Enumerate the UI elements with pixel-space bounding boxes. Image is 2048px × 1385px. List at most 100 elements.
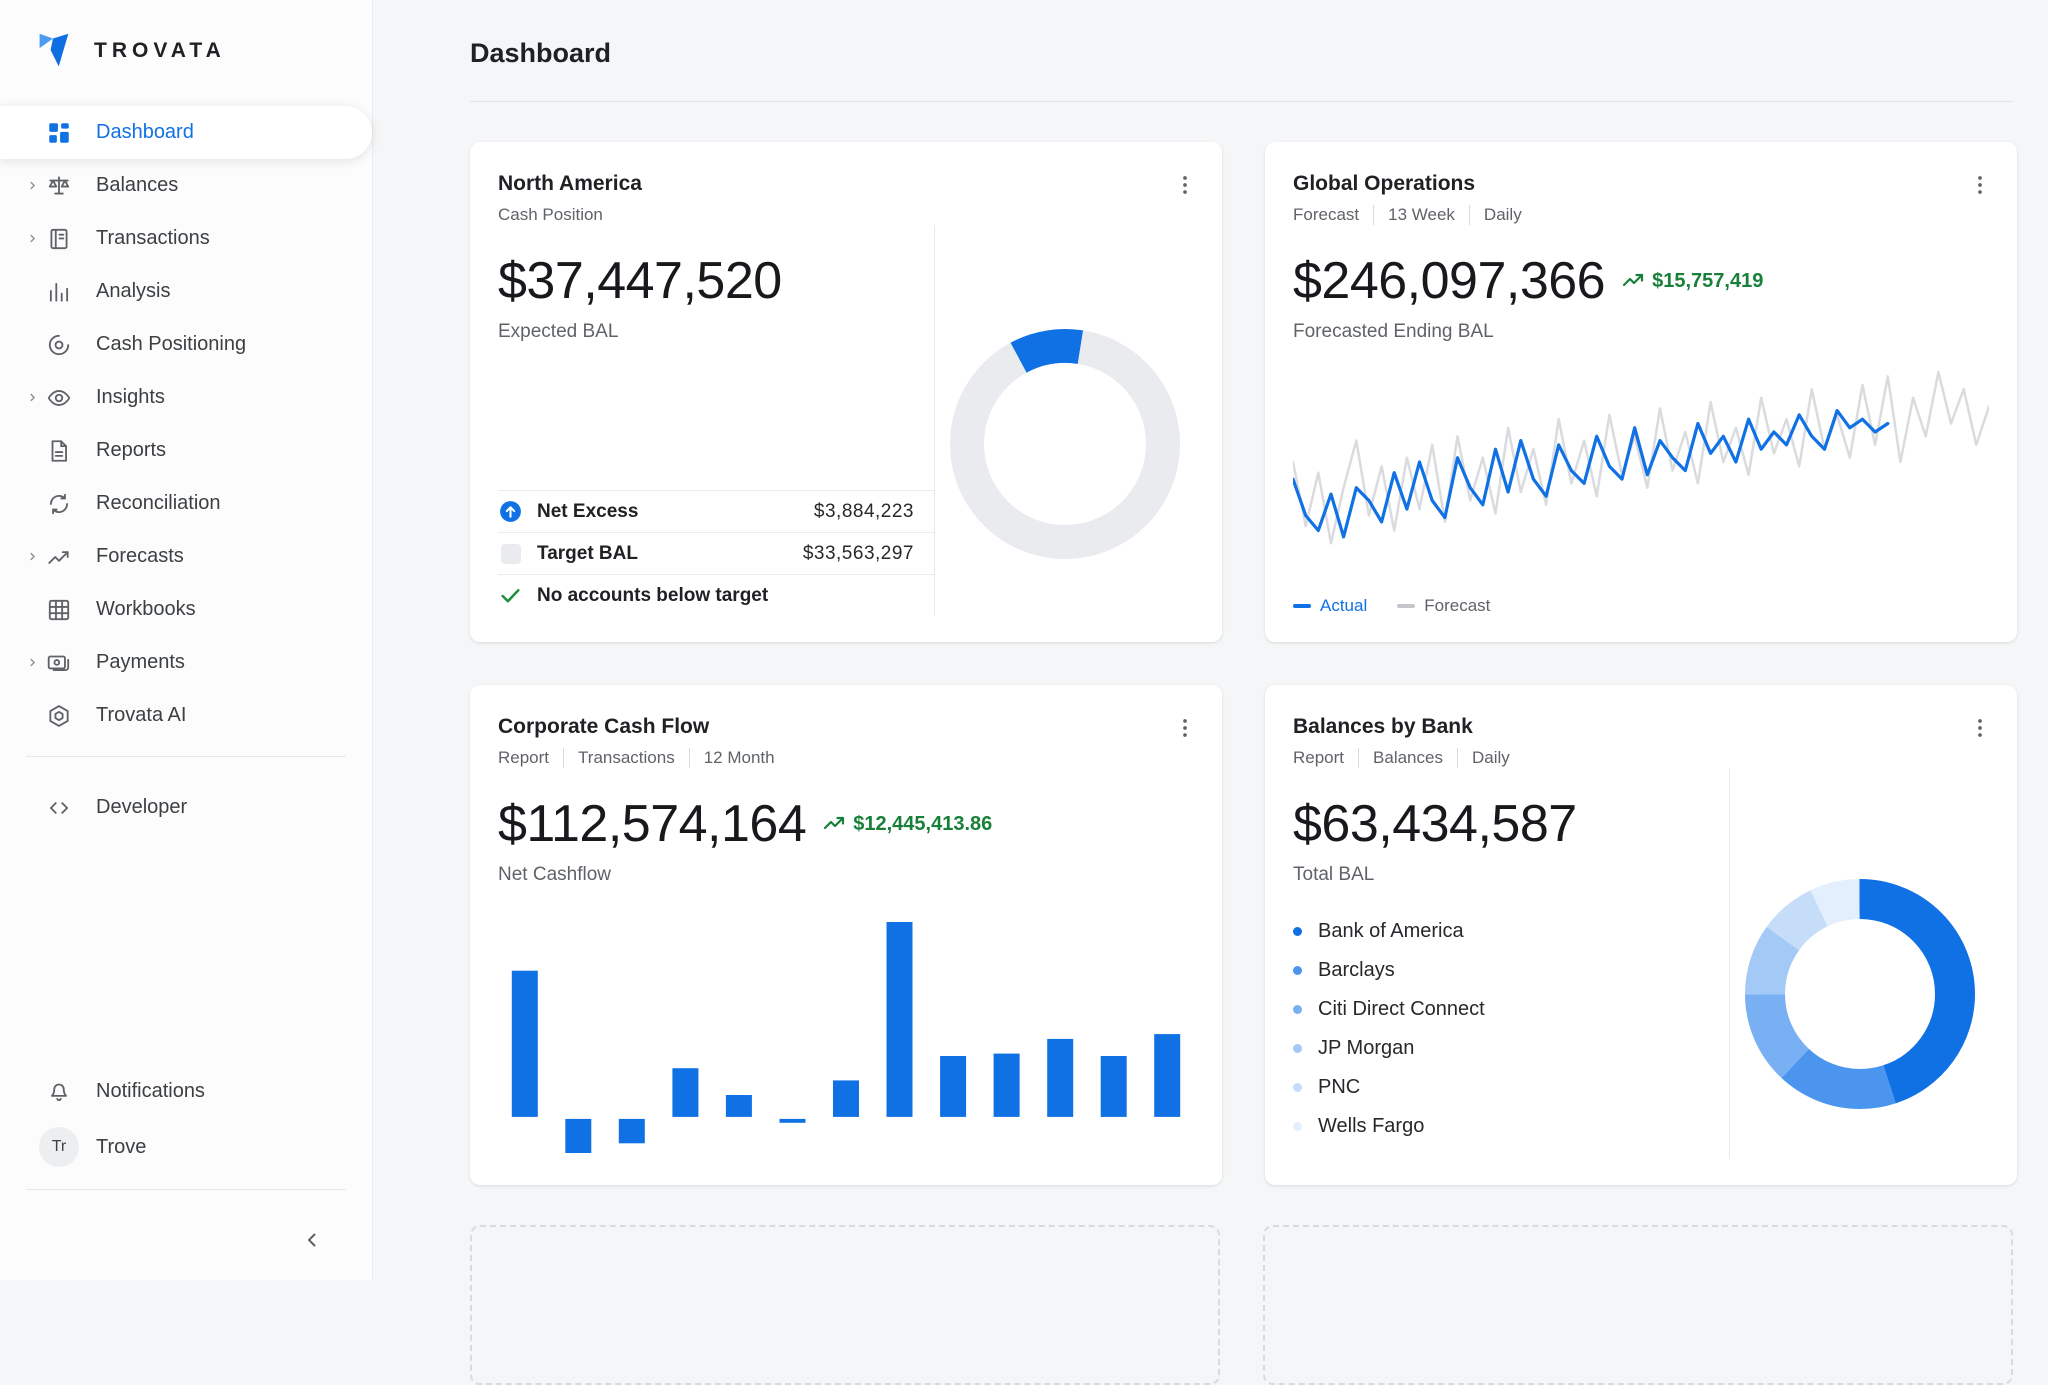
card-meta: Cash Position bbox=[498, 205, 1194, 225]
trovata-ai-icon bbox=[46, 703, 72, 729]
sidebar-item-label: Analysis bbox=[96, 280, 170, 303]
brand: TROVATA bbox=[0, 0, 372, 96]
card-meta-item: 13 Week bbox=[1373, 205, 1455, 225]
transactions-icon bbox=[46, 226, 72, 252]
bank-legend-list: Bank of America Barclays Citi Direct Con… bbox=[1293, 912, 1729, 1146]
net-excess-label: Net Excess bbox=[537, 501, 638, 523]
expand-chevron-icon bbox=[26, 497, 46, 511]
legend-actual: Actual bbox=[1293, 596, 1367, 616]
notifications-label: Notifications bbox=[96, 1080, 205, 1103]
sidebar-divider bbox=[26, 756, 346, 757]
sidebar-item-label: Trovata AI bbox=[96, 704, 186, 727]
expand-chevron-icon bbox=[26, 709, 46, 723]
sidebar-item-developer[interactable]: Developer bbox=[0, 781, 372, 834]
kebab-menu-icon bbox=[1172, 715, 1198, 741]
balances-icon bbox=[46, 173, 72, 199]
sidebar-item-notifications[interactable]: Notifications bbox=[0, 1063, 372, 1119]
card-meta: ReportBalancesDaily bbox=[1293, 748, 1989, 768]
kebab-menu-button[interactable] bbox=[1961, 709, 1999, 747]
legend-forecast-label: Forecast bbox=[1424, 596, 1490, 616]
line-chart-legend: Actual Forecast bbox=[1293, 596, 1989, 616]
kebab-menu-button[interactable] bbox=[1166, 709, 1204, 747]
trove-label: Trove bbox=[96, 1136, 146, 1159]
kebab-menu-icon bbox=[1172, 172, 1198, 198]
sidebar-item-reports[interactable]: Reports bbox=[0, 424, 372, 477]
sidebar-item-reconciliation[interactable]: Reconciliation bbox=[0, 477, 372, 530]
sidebar-item-balances[interactable]: Balances bbox=[0, 159, 372, 212]
collapse-sidebar-button[interactable] bbox=[296, 1224, 328, 1256]
total-balance-amount: $63,434,587 bbox=[1293, 794, 1729, 854]
net-excess-row: Net Excess $3,884,223 bbox=[498, 490, 934, 532]
brand-name: TROVATA bbox=[94, 39, 226, 63]
forecasted-balance-amount: $246,097,366 bbox=[1293, 251, 1605, 311]
sidebar-item-label: Cash Positioning bbox=[96, 333, 246, 356]
workbooks-icon bbox=[46, 597, 72, 623]
forecast-dash-icon bbox=[1397, 604, 1415, 608]
bank-label: Citi Direct Connect bbox=[1318, 998, 1485, 1021]
bank-label: JP Morgan bbox=[1318, 1037, 1414, 1060]
sidebar-item-label: Developer bbox=[96, 796, 187, 819]
amount-label: Net Cashflow bbox=[498, 864, 1194, 886]
bank-legend-item: Bank of America bbox=[1293, 912, 1729, 951]
legend-forecast: Forecast bbox=[1397, 596, 1490, 616]
card-corporate-cash-flow: Corporate Cash Flow ReportTransactions12… bbox=[470, 685, 1222, 1185]
trending-up-icon bbox=[1621, 269, 1645, 293]
sidebar-item-cash-positioning[interactable]: Cash Positioning bbox=[0, 318, 372, 371]
check-icon bbox=[498, 583, 523, 608]
expand-chevron-icon bbox=[26, 550, 46, 564]
card-meta-item: Forecast bbox=[1293, 205, 1359, 225]
sidebar-footer-divider bbox=[26, 1189, 346, 1190]
expand-chevron-icon bbox=[26, 391, 46, 405]
delta-value: $15,757,419 bbox=[1652, 270, 1763, 293]
expand-chevron-icon bbox=[26, 232, 46, 246]
kebab-menu-button[interactable] bbox=[1166, 166, 1204, 204]
sidebar-item-insights[interactable]: Insights bbox=[0, 371, 372, 424]
sidebar-item-label: Transactions bbox=[96, 227, 210, 250]
sidebar-item-analysis[interactable]: Analysis bbox=[0, 265, 372, 318]
sidebar-item-trovata-ai[interactable]: Trovata AI bbox=[0, 689, 372, 742]
sidebar-item-transactions[interactable]: Transactions bbox=[0, 212, 372, 265]
bank-color-dot bbox=[1293, 1083, 1302, 1092]
kebab-menu-button[interactable] bbox=[1961, 166, 1999, 204]
expand-chevron-icon bbox=[26, 179, 46, 193]
bell-icon bbox=[46, 1078, 72, 1104]
sidebar-item-dashboard[interactable]: Dashboard bbox=[0, 106, 372, 159]
bank-legend-item: JP Morgan bbox=[1293, 1029, 1729, 1068]
card-meta-item: Report bbox=[1293, 748, 1344, 768]
card-meta: ReportTransactions12 Month bbox=[498, 748, 1194, 768]
card-north-america: North America Cash Position $37,447,520 … bbox=[470, 142, 1222, 642]
insights-icon bbox=[46, 385, 72, 411]
amount-label: Total BAL bbox=[1293, 864, 1729, 886]
reconciliation-icon bbox=[46, 491, 72, 517]
forecast-line-chart bbox=[1293, 347, 1989, 577]
sidebar-item-forecasts[interactable]: Forecasts bbox=[0, 530, 372, 583]
expand-chevron-icon bbox=[26, 338, 46, 352]
bank-label: Wells Fargo bbox=[1318, 1115, 1424, 1138]
expected-balance-amount: $37,447,520 bbox=[498, 251, 934, 311]
card-meta-item: Report bbox=[498, 748, 549, 768]
sidebar-item-label: Balances bbox=[96, 174, 178, 197]
sidebar-item-workbooks[interactable]: Workbooks bbox=[0, 583, 372, 636]
avatar: Tr bbox=[39, 1127, 79, 1167]
payments-icon bbox=[46, 650, 72, 676]
forecasts-icon bbox=[46, 544, 72, 570]
bank-color-dot bbox=[1293, 927, 1302, 936]
card-meta-item: Transactions bbox=[563, 748, 675, 768]
expand-chevron-icon bbox=[26, 603, 46, 617]
bank-legend-item: Wells Fargo bbox=[1293, 1107, 1729, 1146]
net-cashflow-amount: $112,574,164 bbox=[498, 794, 806, 854]
bank-legend-item: Barclays bbox=[1293, 951, 1729, 990]
delta-badge: $15,757,419 bbox=[1621, 269, 1763, 293]
bank-label: PNC bbox=[1318, 1076, 1360, 1099]
balances-donut-chart bbox=[1744, 878, 1976, 1110]
sidebar-item-label: Reconciliation bbox=[96, 492, 221, 515]
trovata-logo-icon bbox=[30, 28, 76, 74]
amount-label: Expected BAL bbox=[498, 321, 934, 343]
sidebar-item-payments[interactable]: Payments bbox=[0, 636, 372, 689]
developer-icon bbox=[46, 795, 72, 821]
card-meta-item: Cash Position bbox=[498, 205, 603, 225]
page-title: Dashboard bbox=[470, 0, 2013, 69]
trending-up-icon bbox=[822, 812, 846, 836]
sidebar-item-trove[interactable]: Tr Trove bbox=[0, 1119, 372, 1175]
placeholder-row bbox=[470, 1225, 2013, 1385]
